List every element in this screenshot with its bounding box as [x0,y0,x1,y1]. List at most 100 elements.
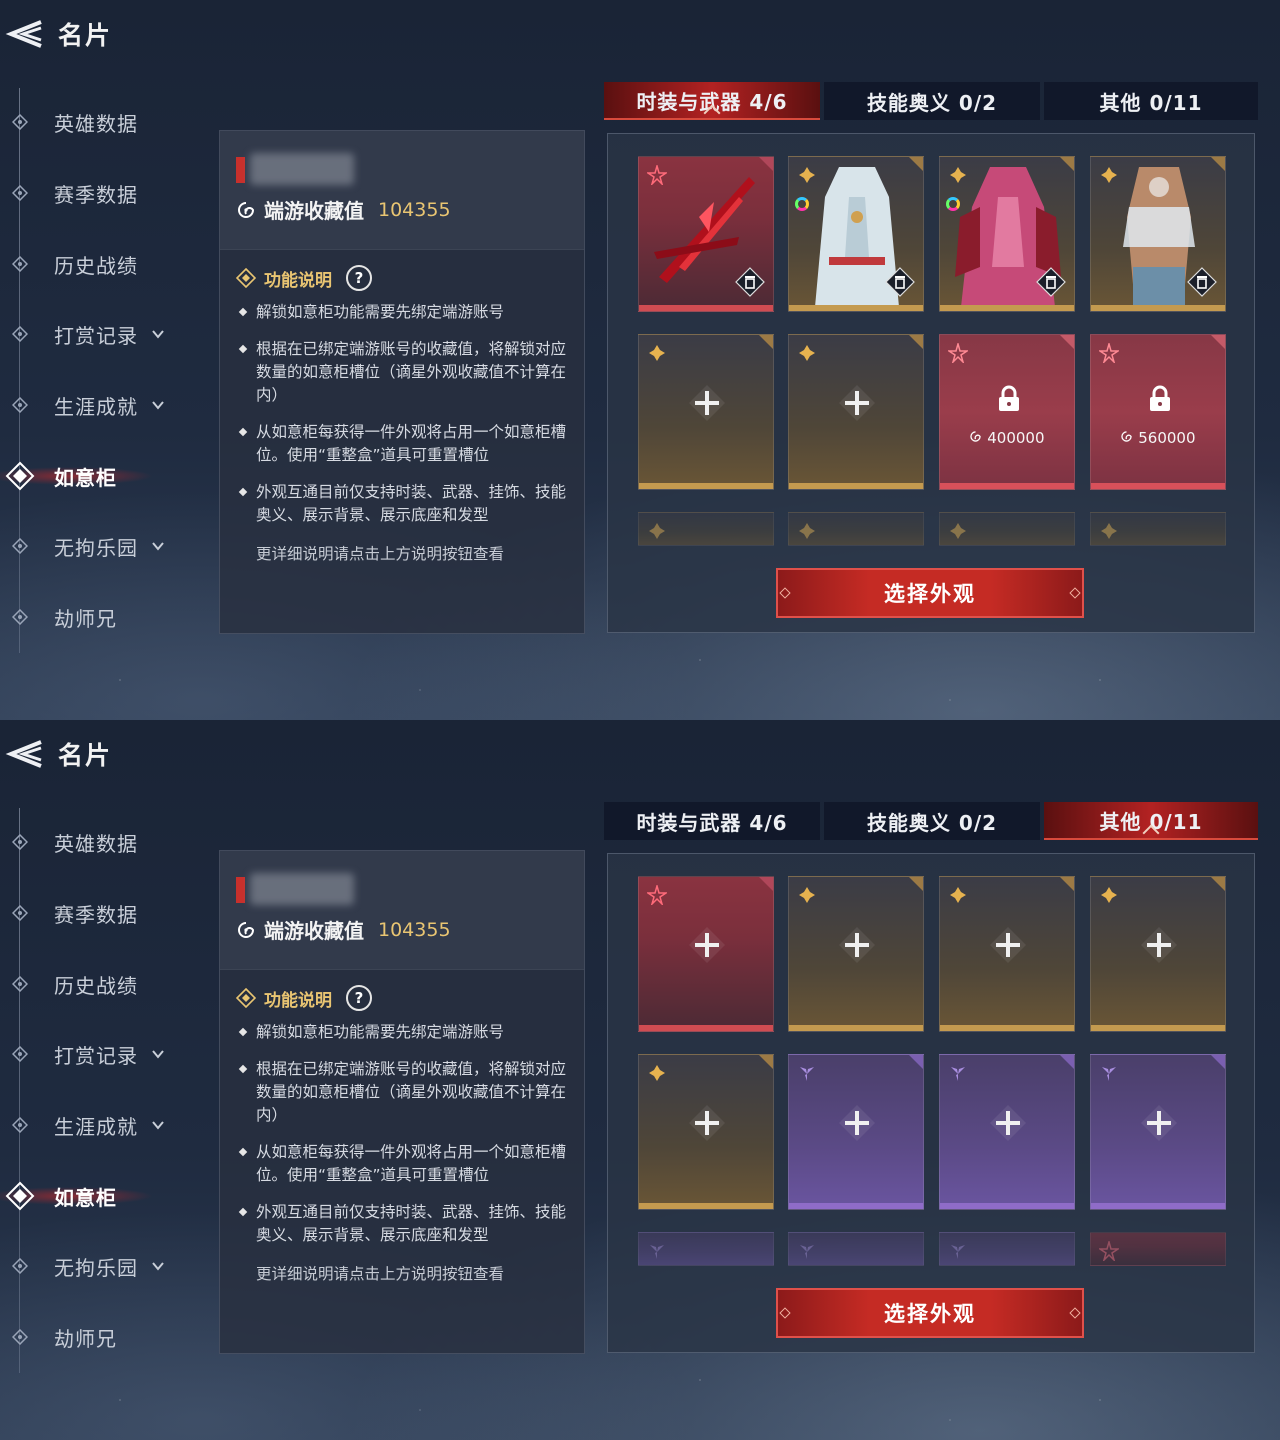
slot-empty[interactable] [788,1054,924,1210]
slot-empty[interactable] [638,334,774,490]
tab-skill-ultimate[interactable]: 技能奥义 0/2 [824,82,1040,120]
rarity-purple-flower-icon [951,1245,965,1259]
sidebar-item-hero-data[interactable]: 英雄数据 [0,102,200,142]
chevron-down-icon [152,1121,164,1130]
trash-icon[interactable] [1036,267,1066,297]
unlock-price: 560000 [1091,429,1225,447]
slot-partial[interactable] [788,512,924,546]
sidebar-item-hero-data[interactable]: 英雄数据 [0,822,200,862]
sidebar-item-ruyi-cabinet[interactable]: 如意柜 [0,1176,200,1216]
select-appearance-button[interactable]: 选择外观 [776,568,1084,618]
diamond-node-icon [12,834,28,850]
rarity-gold-flower-icon [1101,167,1117,183]
rarity-red-flower-icon [1099,1241,1119,1261]
slot-empty[interactable] [788,876,924,1032]
rarity-bar [1091,483,1225,489]
plus-icon [839,1105,875,1141]
slot-costume-2[interactable] [939,156,1075,312]
rarity-bar [789,483,923,489]
back-arrow-icon[interactable] [2,14,48,54]
sidebar-item-paradise[interactable]: 无拘乐园 [0,1246,200,1286]
sidebar-item-history[interactable]: 历史战绩 [0,244,200,284]
sidebar-item-history[interactable]: 历史战绩 [0,964,200,1004]
corner-ornament [1060,335,1074,349]
slot-empty[interactable] [788,334,924,490]
rarity-bar [789,1025,923,1031]
rarity-red-flower-icon [647,885,667,905]
sidebar-item-label: 如意柜 [54,465,117,490]
sidebar: 英雄数据 赛季数据 历史战绩 打赏记录 生涯成就 如意柜 无拘乐园 劫师兄 [0,88,200,653]
sidebar-item-career[interactable]: 生涯成就 [0,385,200,425]
sidebar-item-jie-shixiong[interactable]: 劫师兄 [0,1317,200,1357]
name-accent-bar [236,157,245,183]
blurred-player-name [250,153,354,185]
slot-partial[interactable] [638,512,774,546]
slot-costume-3[interactable] [1090,156,1226,312]
rarity-gold-flower-icon [799,887,815,903]
sidebar-item-tips[interactable]: 打赏记录 [0,1034,200,1074]
rarity-bar [940,1203,1074,1209]
corner-ornament [909,877,923,891]
sidebar-item-label: 生涯成就 [54,1114,138,1139]
slot-partial[interactable] [788,1232,924,1266]
page-title: 名片 [58,21,113,50]
slot-weapon[interactable] [638,156,774,312]
sidebar-item-career[interactable]: 生涯成就 [0,1105,200,1145]
tab-others[interactable]: 其他 0/11 [1044,82,1258,120]
slot-empty[interactable] [1090,876,1226,1032]
help-button[interactable]: ? [346,985,372,1011]
slot-empty[interactable] [638,876,774,1032]
rarity-bar [940,1025,1074,1031]
corner-ornament [1060,157,1074,171]
slot-partial[interactable] [1090,512,1226,546]
rarity-gold-flower-icon [1101,887,1117,903]
rarity-purple-flower-icon [1102,1067,1116,1081]
description-item: 从如意柜每获得一件外观将占用一个如意柜槽位。使用“重整盒”道具可重置槽位 [236,421,566,467]
trash-icon[interactable] [1187,267,1217,297]
rarity-gold-flower-icon [799,523,815,539]
chevron-down-icon [152,1262,164,1271]
plus-icon [1141,927,1177,963]
diamond-node-icon [12,1258,28,1274]
description-item: 外观互通目前仅支持时装、武器、挂饰、技能奥义、展示背景、展示底座和发型 [236,1201,566,1247]
collection-label: 端游收藏值 [264,199,364,223]
sidebar-item-tips[interactable]: 打赏记录 [0,314,200,354]
tab-others[interactable]: 其他 0/11 [1044,802,1258,840]
slot-locked[interactable]: 560000 [1090,334,1226,490]
rarity-bar [1091,1025,1225,1031]
slot-partial[interactable] [1090,1232,1226,1266]
rarity-bar [639,1203,773,1209]
slot-partial[interactable] [939,1232,1075,1266]
sidebar-item-ruyi-cabinet[interactable]: 如意柜 [0,456,200,496]
sidebar-item-season-data[interactable]: 赛季数据 [0,893,200,933]
tab-fashion-weapons[interactable]: 时装与武器 4/6 [604,82,820,120]
tab-skill-ultimate[interactable]: 技能奥义 0/2 [824,802,1040,840]
select-appearance-button[interactable]: 选择外观 [776,1288,1084,1338]
description-item: 根据在已绑定端游账号的收藏值，将解锁对应数量的如意柜槽位（谪星外观收藏值不计算在… [236,338,566,407]
unlock-price-value: 560000 [1138,429,1196,447]
trash-icon[interactable] [735,267,765,297]
sidebar-item-label: 如意柜 [54,1185,117,1210]
sidebar-item-label: 历史战绩 [54,973,138,998]
help-button[interactable]: ? [346,265,372,291]
sidebar-item-jie-shixiong[interactable]: 劫师兄 [0,597,200,637]
back-arrow-icon[interactable] [2,734,48,774]
slot-empty[interactable] [939,876,1075,1032]
slot-partial[interactable] [939,512,1075,546]
tab-fashion-weapons[interactable]: 时装与武器 4/6 [604,802,820,840]
swirl-icon [970,431,982,442]
slot-costume-1[interactable] [788,156,924,312]
slot-empty[interactable] [638,1054,774,1210]
slot-empty[interactable] [939,1054,1075,1210]
sidebar-item-season-data[interactable]: 赛季数据 [0,173,200,213]
plus-icon [689,385,725,421]
slot-locked[interactable]: 400000 [939,334,1075,490]
rarity-gold-flower-icon [649,345,665,361]
sidebar-item-paradise[interactable]: 无拘乐园 [0,526,200,566]
corner-ornament [1211,877,1225,891]
collection-value: 104355 [378,918,451,941]
slot-empty[interactable] [1090,1054,1226,1210]
trash-icon[interactable] [885,267,915,297]
lock-icon [999,385,1019,411]
slot-partial[interactable] [638,1232,774,1266]
